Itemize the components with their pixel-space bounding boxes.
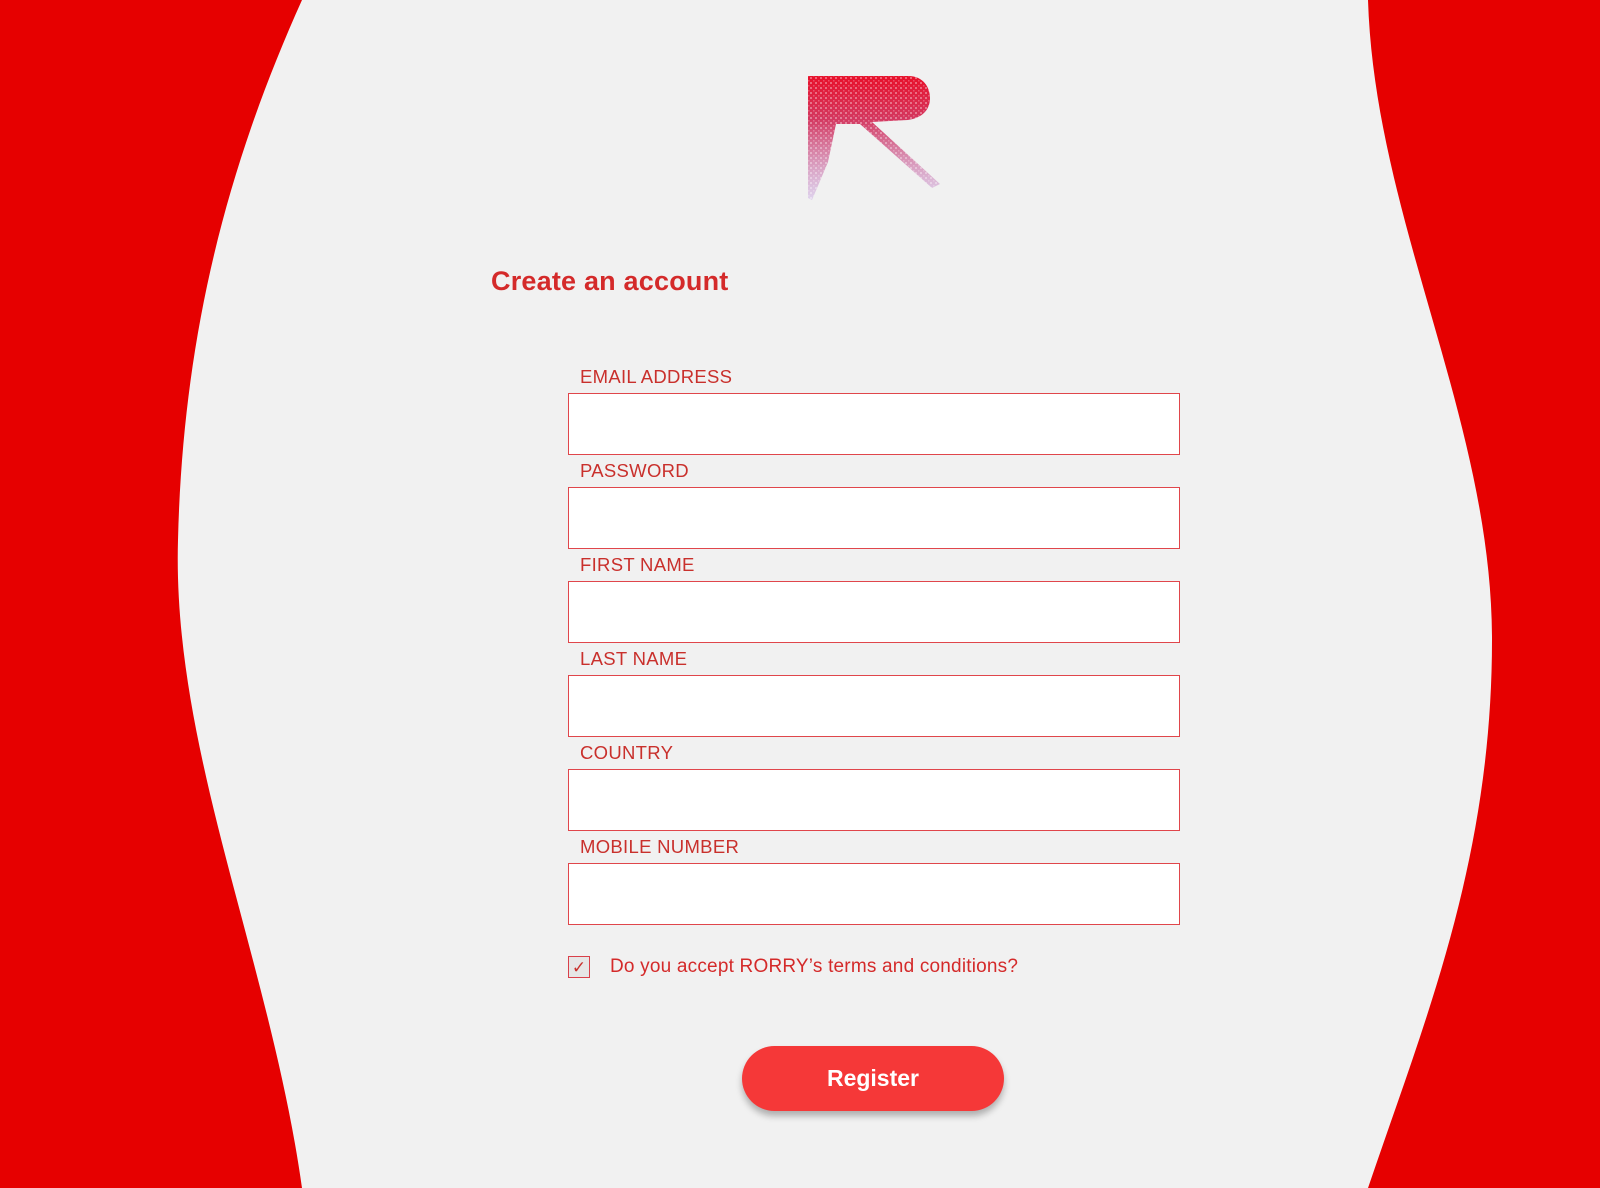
terms-label: Do you accept RORRY’s terms and conditio… xyxy=(610,956,1019,977)
registration-form: EMAIL ADDRESS PASSWORD FIRST NAME LAST N… xyxy=(568,366,1180,978)
password-label: PASSWORD xyxy=(580,460,689,481)
terms-checkbox[interactable]: ✓ xyxy=(568,956,590,978)
email-label: EMAIL ADDRESS xyxy=(580,366,733,387)
logo-letter-r xyxy=(808,76,940,200)
email-field-group: EMAIL ADDRESS xyxy=(568,366,1180,460)
rorry-r-logo-icon xyxy=(808,76,940,200)
page-title: Create an account xyxy=(491,266,729,296)
mobile-number-field-group: MOBILE NUMBER xyxy=(568,836,1180,930)
password-field-group: PASSWORD xyxy=(568,460,1180,554)
last-name-field-group: LAST NAME xyxy=(568,648,1180,742)
country-label: COUNTRY xyxy=(580,742,674,763)
first-name-label: FIRST NAME xyxy=(580,554,695,575)
last-name-label: LAST NAME xyxy=(580,648,688,669)
register-button[interactable]: Register xyxy=(742,1046,1004,1111)
password-input[interactable] xyxy=(568,487,1180,549)
first-name-field-group: FIRST NAME xyxy=(568,554,1180,648)
mobile-number-input[interactable] xyxy=(568,863,1180,925)
right-red-wave xyxy=(1368,0,1600,1188)
last-name-input[interactable] xyxy=(568,675,1180,737)
country-input[interactable] xyxy=(568,769,1180,831)
first-name-input[interactable] xyxy=(568,581,1180,643)
terms-row: ✓ Do you accept RORRY’s terms and condit… xyxy=(568,954,1018,980)
country-field-group: COUNTRY xyxy=(568,742,1180,836)
email-input[interactable] xyxy=(568,393,1180,455)
left-red-wave xyxy=(0,0,302,1188)
mobile-number-label: MOBILE NUMBER xyxy=(580,836,740,857)
checkmark-icon: ✓ xyxy=(571,957,587,977)
